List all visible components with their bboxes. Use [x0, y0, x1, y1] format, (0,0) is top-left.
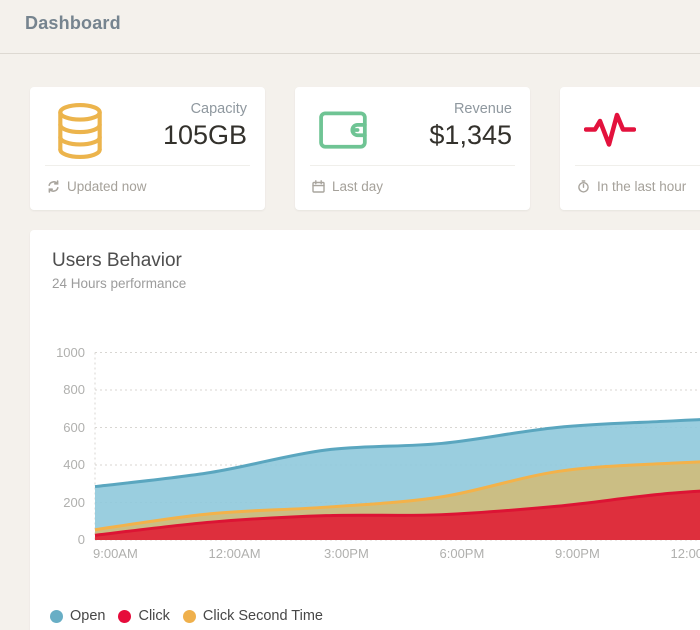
wallet-icon [319, 107, 375, 165]
stat-value: $1,345 [429, 120, 512, 150]
legend-item-click: Click [118, 608, 170, 624]
chart-subtitle: 24 Hours performance [52, 276, 187, 291]
x-tick-label-0: 9:00AM [93, 546, 138, 561]
legend-dot [182, 609, 196, 623]
stat-label: Revenue [453, 101, 512, 117]
pulse-icon [583, 109, 640, 167]
stat-footer-text: Last day [332, 178, 384, 194]
users-behavior-chart [94, 352, 700, 541]
x-tick-label-2: 3:00PM [324, 546, 369, 561]
legend-label: Open [70, 608, 106, 624]
page-title: Dashboard [25, 13, 121, 33]
card-divider [575, 165, 700, 166]
stat-card-pulse: In the last hour [560, 87, 700, 210]
stat-footer: Last day [312, 177, 383, 195]
clock-icon [577, 179, 590, 193]
stat-card-capacity: Capacity 105GB Updated now [30, 87, 265, 210]
stat-footer-text: Updated now [67, 178, 147, 194]
stat-value: 105GB [162, 120, 247, 150]
calendar-icon [312, 179, 325, 193]
stat-footer-text: In the last hour [597, 178, 687, 194]
stat-footer: Updated now [47, 177, 147, 195]
legend-dot [50, 609, 63, 623]
legend-item-click-second-time: Click Second Time [182, 608, 323, 624]
legend-label: Click [138, 608, 170, 624]
legend-dot [118, 609, 132, 623]
x-tick-label-3: 6:00PM [439, 546, 485, 561]
database-icon [54, 102, 110, 160]
chart-legend: Open Click Click Second Time [50, 608, 336, 624]
x-tick-label-1: 12:00AM [208, 546, 261, 561]
refresh-icon [47, 179, 60, 193]
x-tick-label-4: 9:00PM [555, 546, 600, 561]
chart-title: Users Behavior [52, 250, 182, 271]
stat-card-revenue: Revenue $1,345 Last day [295, 87, 530, 210]
stat-footer: In the last hour [577, 177, 686, 195]
users-behavior-card: Users Behavior 24 Hours performance 0 200… [30, 230, 700, 630]
legend-label: Click Second Time [202, 608, 323, 624]
stat-label: Capacity [190, 101, 247, 117]
x-tick-label-5: 12:00PM [670, 546, 700, 561]
card-divider [45, 165, 250, 166]
legend-item-open: Open [50, 608, 105, 624]
card-divider [310, 165, 515, 166]
top-navbar: Dashboard [0, 0, 700, 54]
